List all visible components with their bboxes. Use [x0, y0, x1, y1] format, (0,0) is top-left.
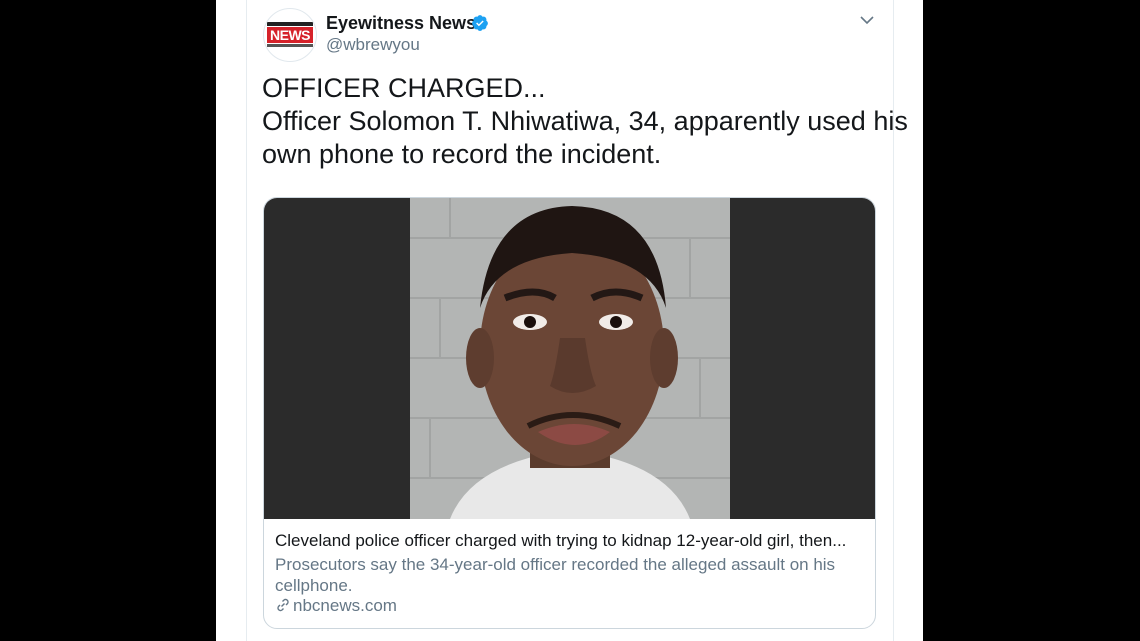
- logo-bottom-bar: [267, 44, 313, 47]
- mugshot-photo: [410, 198, 730, 519]
- tweet-text-line: OFFICER CHARGED...: [262, 73, 546, 103]
- logo-top-bar: [267, 22, 313, 26]
- author-handle[interactable]: @wbrewyou: [326, 35, 420, 55]
- link-card[interactable]: Cleveland police officer charged with tr…: [263, 197, 876, 629]
- logo-news-text: NEWS: [267, 27, 313, 43]
- tweet-text-line: own phone to record the incident.: [262, 139, 662, 169]
- author-name[interactable]: Eyewitness News: [326, 13, 476, 34]
- tweet-text: OFFICER CHARGED... Officer Solomon T. Nh…: [262, 72, 908, 171]
- card-media[interactable]: [264, 198, 875, 519]
- avatar[interactable]: NEWS: [263, 8, 317, 62]
- tweet-text-line: Officer Solomon T. Nhiwatiwa, 34, appare…: [262, 106, 908, 136]
- card-domain-text[interactable]: nbcnews.com: [293, 596, 397, 615]
- link-icon: [277, 598, 289, 612]
- card-domain[interactable]: nbcnews.com: [275, 596, 397, 616]
- chevron-down-icon[interactable]: [860, 15, 874, 25]
- verified-badge-icon: [472, 15, 488, 31]
- card-title[interactable]: Cleveland police officer charged with tr…: [275, 531, 846, 551]
- mugshot-illustration: [410, 198, 730, 519]
- card-description: Prosecutors say the 34-year-old officer …: [275, 555, 836, 595]
